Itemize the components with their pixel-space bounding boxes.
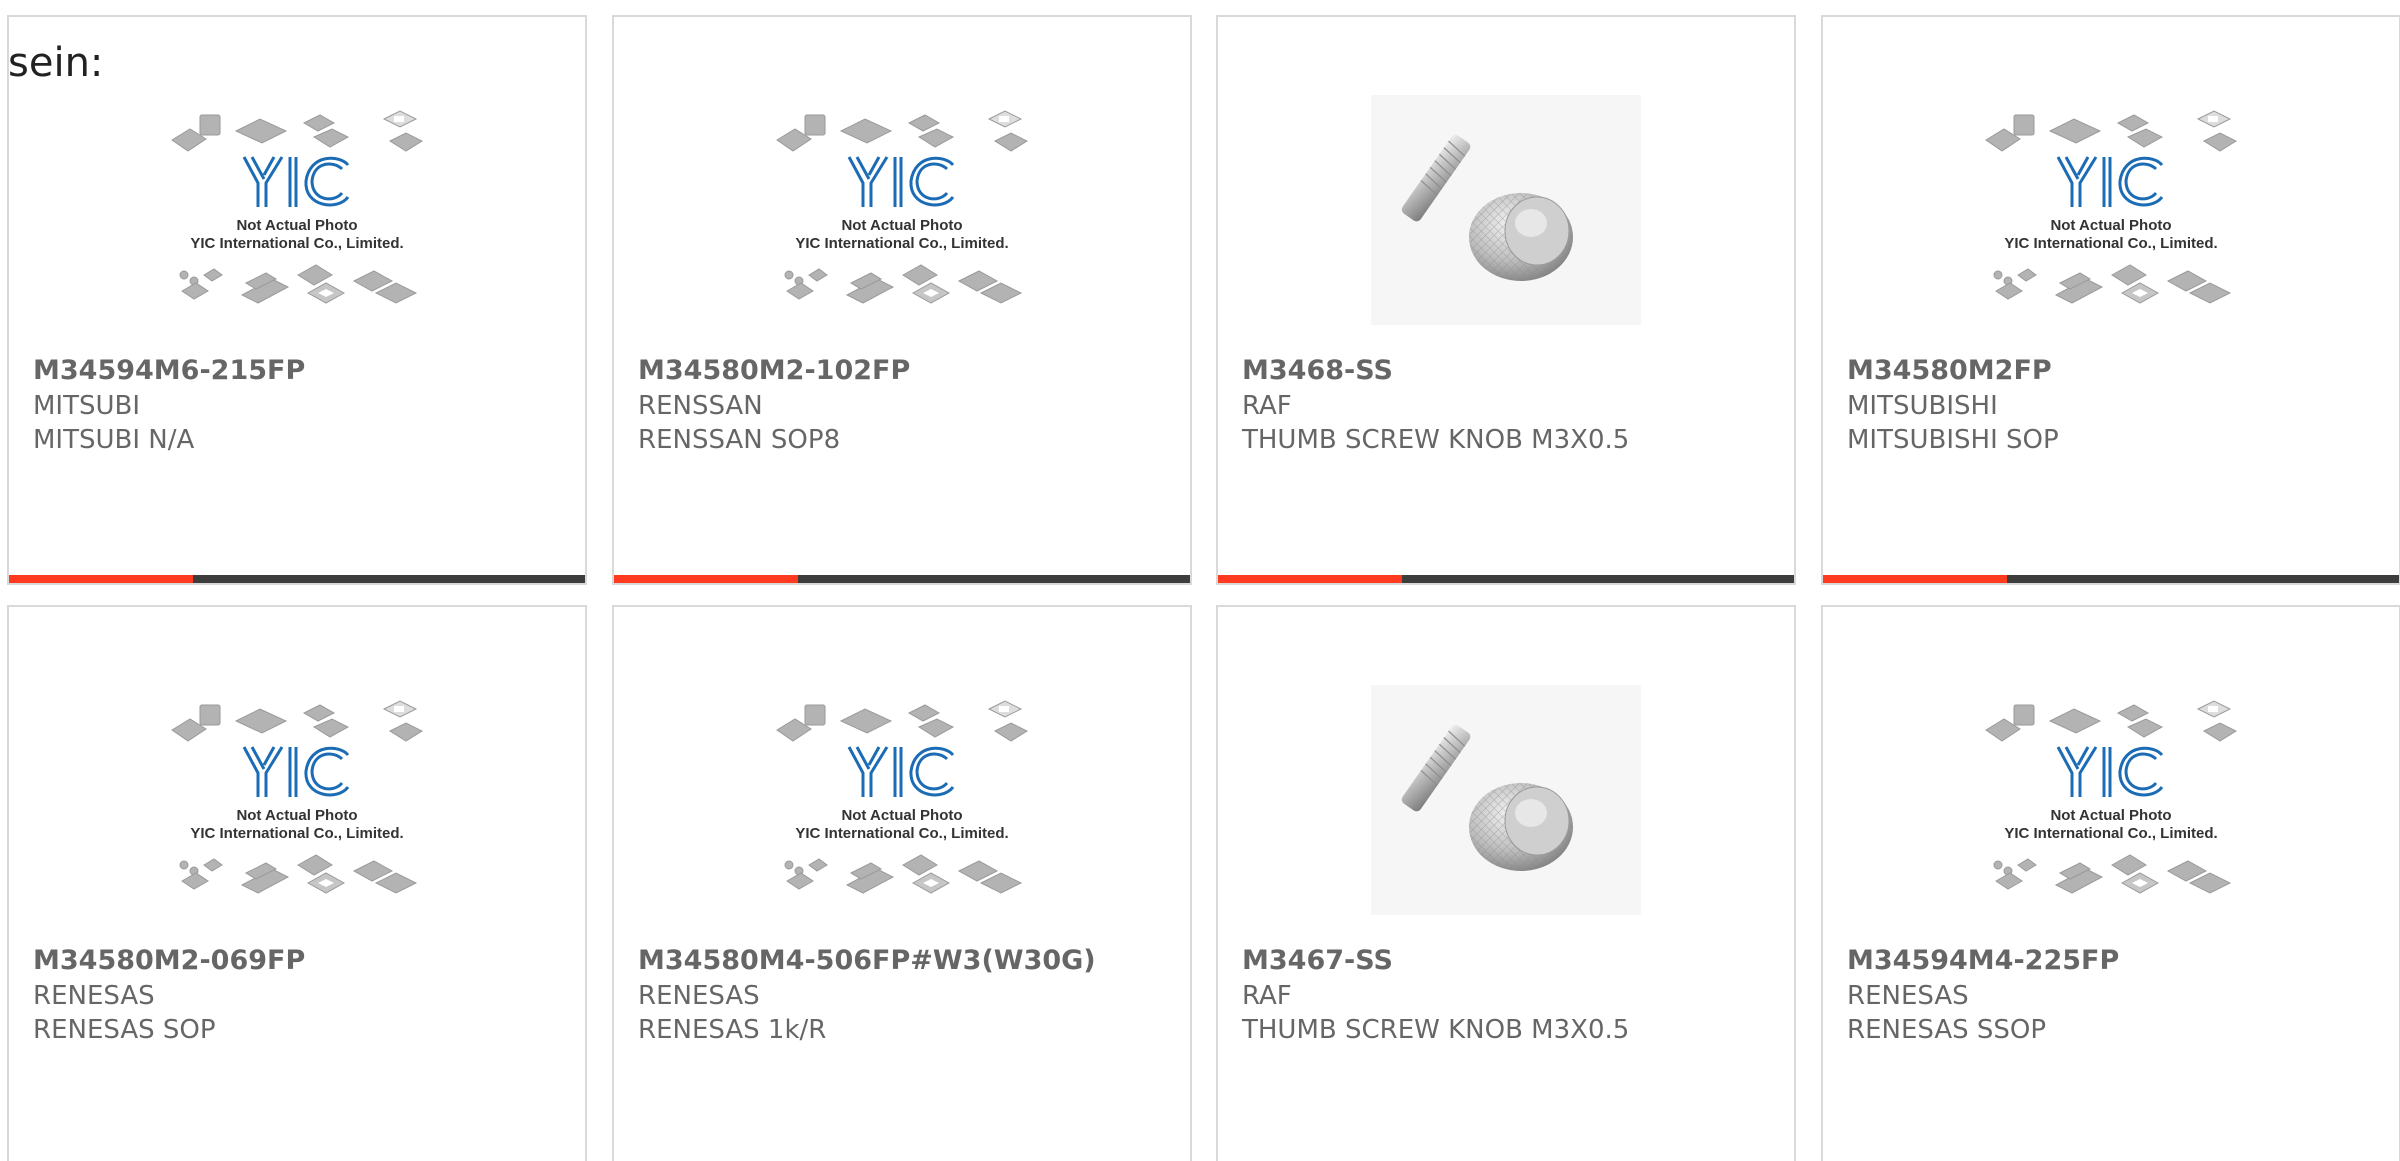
placeholder-image: Not Actual Photo YIC International Co., … <box>776 700 1029 894</box>
yic-logo-icon <box>242 746 350 797</box>
yic-logo-icon <box>242 156 350 207</box>
placeholder-image: Not Actual Photo YIC International Co., … <box>776 110 1029 304</box>
product-card[interactable]: Not Actual Photo YIC International Co., … <box>612 15 1192 585</box>
product-image[interactable] <box>1371 95 1641 325</box>
product-card[interactable]: M3467-SS RAF THUMB SCREW KNOB M3X0.5 <box>1216 605 1796 1161</box>
product-image[interactable]: Not Actual Photo YIC International Co., … <box>767 685 1037 915</box>
placeholder-line1: Not Actual Photo <box>841 807 962 824</box>
product-card[interactable]: Not Actual Photo YIC International Co., … <box>1821 605 2400 1161</box>
card-accent-highlight <box>1823 575 2008 583</box>
part-number-link[interactable]: M3467-SS <box>1242 945 1393 976</box>
card-accent-bar <box>1823 575 2399 583</box>
page-heading: sein: <box>8 40 104 86</box>
part-number-link[interactable]: M3468-SS <box>1242 355 1393 386</box>
placeholder-line1: Not Actual Photo <box>236 807 357 824</box>
card-accent-highlight <box>614 575 799 583</box>
card-accent-highlight <box>1218 575 1403 583</box>
product-image[interactable] <box>1371 685 1641 915</box>
placeholder-line2: YIC International Co., Limited. <box>795 235 1008 252</box>
placeholder-image: Not Actual Photo YIC International Co., … <box>1985 110 2238 304</box>
product-card[interactable]: M3468-SS RAF THUMB SCREW KNOB M3X0.5 <box>1216 15 1796 585</box>
product-image[interactable]: Not Actual Photo YIC International Co., … <box>162 685 432 915</box>
yic-logo-icon <box>847 746 955 797</box>
product-card[interactable]: Not Actual Photo YIC International Co., … <box>7 15 587 585</box>
placeholder-line1: Not Actual Photo <box>2050 217 2171 234</box>
manufacturer: MITSUBISHI <box>1847 391 1998 421</box>
product-image[interactable]: Not Actual Photo YIC International Co., … <box>162 95 432 325</box>
card-accent-bar <box>9 575 585 583</box>
placeholder-line2: YIC International Co., Limited. <box>795 825 1008 842</box>
product-image[interactable]: Not Actual Photo YIC International Co., … <box>767 95 1037 325</box>
placeholder-image: Not Actual Photo YIC International Co., … <box>1985 700 2238 894</box>
thumb-screw-photo <box>1371 95 1641 325</box>
product-description: RENESAS SOP <box>33 1015 216 1045</box>
yic-logo-icon <box>2056 156 2164 207</box>
part-number-link[interactable]: M34580M2-102FP <box>638 355 910 386</box>
yic-logo-icon <box>847 156 955 207</box>
product-card[interactable]: Not Actual Photo YIC International Co., … <box>612 605 1192 1161</box>
product-grid: Not Actual Photo YIC International Co., … <box>7 15 2400 1161</box>
card-accent-bar <box>614 575 1190 583</box>
product-description: RENESAS 1k/R <box>638 1015 827 1045</box>
thumb-screw-photo <box>1371 685 1641 915</box>
placeholder-image: Not Actual Photo YIC International Co., … <box>171 700 424 894</box>
placeholder-image: Not Actual Photo YIC International Co., … <box>171 110 424 304</box>
product-description: RENSSAN SOP8 <box>638 425 841 455</box>
part-number-link[interactable]: M34594M4-225FP <box>1847 945 2119 976</box>
product-description: MITSUBISHI SOP <box>1847 425 2059 455</box>
product-description: THUMB SCREW KNOB M3X0.5 <box>1242 1015 1630 1045</box>
manufacturer: RENSSAN <box>638 391 763 421</box>
part-number-link[interactable]: M34594M6-215FP <box>33 355 305 386</box>
placeholder-line2: YIC International Co., Limited. <box>190 825 403 842</box>
manufacturer: RENESAS <box>33 981 155 1011</box>
product-description: MITSUBI N/A <box>33 425 195 455</box>
placeholder-line2: YIC International Co., Limited. <box>190 235 403 252</box>
placeholder-line2: YIC International Co., Limited. <box>2004 825 2217 842</box>
manufacturer: RAF <box>1242 391 1292 421</box>
placeholder-line2: YIC International Co., Limited. <box>2004 235 2217 252</box>
product-image[interactable]: Not Actual Photo YIC International Co., … <box>1976 95 2246 325</box>
card-accent-highlight <box>9 575 194 583</box>
manufacturer: MITSUBI <box>33 391 141 421</box>
product-grid-page: sein: Not Actual Photo YIC International… <box>0 0 2400 1161</box>
product-image[interactable]: Not Actual Photo YIC International Co., … <box>1976 685 2246 915</box>
product-description: THUMB SCREW KNOB M3X0.5 <box>1242 425 1630 455</box>
placeholder-line1: Not Actual Photo <box>841 217 962 234</box>
manufacturer: RAF <box>1242 981 1292 1011</box>
product-description: RENESAS SSOP <box>1847 1015 2047 1045</box>
part-number-link[interactable]: M34580M2-069FP <box>33 945 305 976</box>
card-accent-bar <box>1218 575 1794 583</box>
product-card[interactable]: Not Actual Photo YIC International Co., … <box>7 605 587 1161</box>
placeholder-line1: Not Actual Photo <box>2050 807 2171 824</box>
yic-logo-icon <box>2056 746 2164 797</box>
manufacturer: RENESAS <box>638 981 760 1011</box>
part-number-link[interactable]: M34580M4-506FP#W3(W30G) <box>638 945 1096 976</box>
product-card[interactable]: Not Actual Photo YIC International Co., … <box>1821 15 2400 585</box>
part-number-link[interactable]: M34580M2FP <box>1847 355 2052 386</box>
manufacturer: RENESAS <box>1847 981 1969 1011</box>
placeholder-line1: Not Actual Photo <box>236 217 357 234</box>
